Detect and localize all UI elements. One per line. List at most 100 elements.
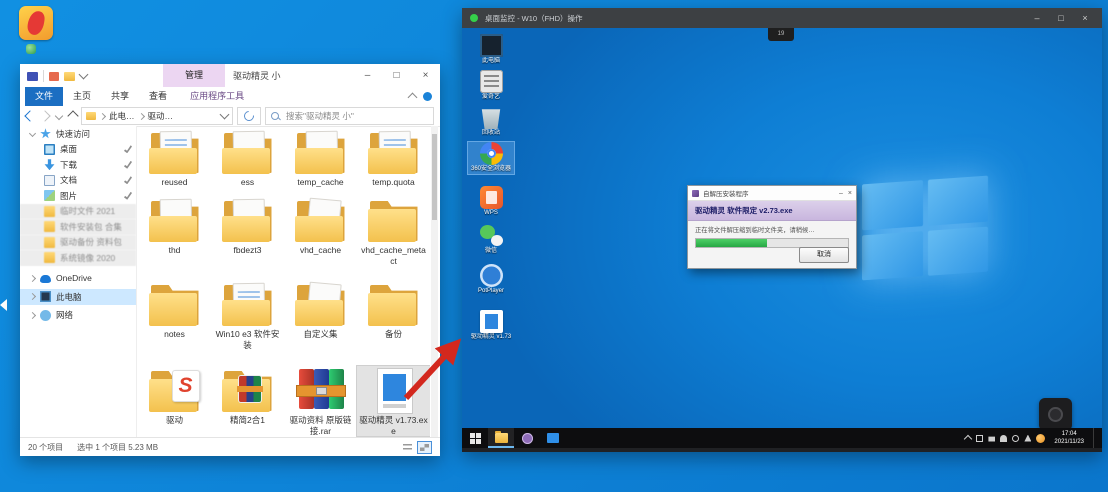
file-item[interactable]: temp.quota bbox=[357, 128, 430, 188]
file-item[interactable]: 驱动资料 原版链接.rar bbox=[284, 366, 357, 436]
chevron-right-icon bbox=[98, 112, 107, 120]
tray-icon[interactable] bbox=[1000, 434, 1008, 442]
address-dropdown-icon[interactable] bbox=[219, 109, 230, 120]
tab-app-tools[interactable]: 应用程序工具 bbox=[180, 87, 254, 106]
start-button[interactable] bbox=[462, 428, 488, 448]
tray-expand-icon[interactable] bbox=[964, 434, 973, 444]
close-button[interactable]: × bbox=[411, 64, 440, 88]
search-input[interactable] bbox=[284, 110, 428, 122]
sidebar-item-folder[interactable]: 软件安装包 合集 bbox=[20, 219, 136, 235]
desktop-icon-this-pc[interactable]: 此电脑 bbox=[468, 34, 514, 66]
qat-properties-icon[interactable] bbox=[49, 71, 59, 81]
help-icon[interactable] bbox=[423, 92, 432, 101]
screen: 管理 驱动精灵 小 – □ × 文件 主页 共享 查看 应用程序工具 此电… 驱… bbox=[0, 0, 1108, 492]
dialog-close-button[interactable]: × bbox=[848, 190, 852, 197]
sidebar-item-downloads[interactable]: 下载 bbox=[20, 157, 136, 173]
expander-icon[interactable] bbox=[28, 311, 37, 319]
file-item[interactable]: S 驱动 bbox=[138, 366, 211, 436]
collapse-ribbon-icon[interactable] bbox=[407, 92, 418, 103]
mini-shortcut-icon[interactable] bbox=[26, 44, 36, 54]
app-box-icon bbox=[479, 70, 503, 93]
file-item[interactable]: temp_cache bbox=[284, 128, 357, 188]
file-item-selected[interactable]: 驱动精灵 v1.73.exe bbox=[356, 364, 430, 438]
flame-app-icon bbox=[19, 6, 53, 40]
breadcrumb-segment[interactable]: 此电… bbox=[109, 110, 135, 122]
sidebar-item-folder[interactable]: 驱动备份 资料包 bbox=[20, 234, 136, 250]
app-s-icon: S bbox=[148, 368, 202, 412]
desktop-icon-recycle-bin[interactable]: 回收站 bbox=[468, 106, 514, 138]
tray-icon[interactable] bbox=[988, 436, 996, 442]
minimize-button[interactable]: – bbox=[1028, 8, 1046, 28]
sidebar-item-documents[interactable]: 文档 bbox=[20, 173, 136, 189]
tray-icon[interactable] bbox=[1024, 434, 1032, 442]
progress-fill bbox=[696, 239, 768, 247]
sidebar-item-folder[interactable]: 临时文件 2021 bbox=[20, 203, 136, 219]
maximize-button[interactable]: □ bbox=[382, 64, 411, 88]
quick-access-toolbar[interactable] bbox=[20, 69, 89, 82]
file-item[interactable]: reused bbox=[138, 128, 211, 188]
remote-desktop[interactable]: 19 此电脑 爱奇艺 回收站 360安全浏览器 WPS 微信 PotPlayer… bbox=[462, 28, 1102, 428]
tab-view[interactable]: 查看 bbox=[139, 87, 177, 106]
minimize-button[interactable]: – bbox=[353, 64, 382, 88]
taskbar-clock[interactable]: 17:04 2021/11/23 bbox=[1050, 430, 1088, 446]
refresh-button[interactable] bbox=[237, 107, 261, 125]
file-item[interactable]: 自定义集 bbox=[284, 280, 357, 350]
forward-icon[interactable] bbox=[39, 110, 51, 122]
show-desktop-button[interactable] bbox=[1093, 428, 1098, 448]
dialog-minimize-button[interactable]: – bbox=[839, 190, 843, 197]
maximize-button[interactable]: □ bbox=[1052, 8, 1070, 28]
desktop-icon-wps[interactable]: WPS bbox=[468, 186, 514, 218]
close-button[interactable]: × bbox=[1076, 8, 1094, 28]
up-icon[interactable] bbox=[67, 110, 79, 122]
file-item[interactable]: Win10 e3 软件安装 bbox=[211, 280, 284, 350]
tab-home[interactable]: 主页 bbox=[63, 87, 101, 106]
qat-dropdown-icon[interactable] bbox=[78, 69, 89, 80]
thumbnail-view-button[interactable] bbox=[417, 440, 432, 454]
sidebar-item-quick-access[interactable]: 快速访问 bbox=[20, 126, 136, 142]
expander-icon[interactable] bbox=[28, 293, 37, 301]
scrollbar[interactable] bbox=[431, 126, 438, 438]
desktop-icon-wechat[interactable]: 微信 bbox=[468, 224, 514, 256]
sidebar-item-pictures[interactable]: 图片 bbox=[20, 188, 136, 204]
file-item[interactable]: 备份 bbox=[357, 280, 430, 350]
taskbar-blue-app-button[interactable] bbox=[540, 428, 566, 448]
tab-share[interactable]: 共享 bbox=[101, 87, 139, 106]
tray-icon[interactable] bbox=[1012, 435, 1019, 442]
desktop-icon-potplayer[interactable]: PotPlayer bbox=[468, 264, 514, 296]
file-item[interactable]: vhd_cache_meta ct bbox=[357, 196, 430, 266]
host-desktop-shortcut[interactable] bbox=[14, 6, 58, 40]
taskbar-user-app-button[interactable] bbox=[514, 428, 540, 448]
file-item[interactable]: vhd_cache bbox=[284, 196, 357, 266]
breadcrumb[interactable]: 此电… 驱动… bbox=[81, 107, 233, 125]
file-item[interactable]: fbdezt3 bbox=[211, 196, 284, 266]
desktop-icon-app[interactable]: 爱奇艺 bbox=[468, 70, 514, 102]
sidebar-item-folder[interactable]: 系统镜像 2020 bbox=[20, 250, 136, 266]
file-item[interactable]: ess bbox=[211, 128, 284, 188]
expander-icon[interactable] bbox=[28, 274, 37, 282]
cancel-button[interactable]: 取消 bbox=[799, 247, 849, 263]
remote-toolbar-handle[interactable]: 19 bbox=[768, 28, 794, 41]
tray-icon[interactable] bbox=[976, 435, 983, 442]
system-tray: 17:04 2021/11/23 bbox=[964, 428, 1102, 448]
sidebar-item-desktop[interactable]: 桌面 bbox=[20, 142, 136, 158]
tab-file[interactable]: 文件 bbox=[25, 87, 64, 106]
desktop-icon-browser[interactable]: 360安全浏览器 bbox=[467, 141, 515, 175]
file-item[interactable]: 精简2合1 bbox=[211, 366, 284, 436]
list-view-button[interactable] bbox=[400, 441, 415, 454]
sidebar-item-this-pc[interactable]: 此电脑 bbox=[20, 289, 136, 305]
expander-icon[interactable] bbox=[28, 130, 37, 138]
sidebar-item-onedrive[interactable]: OneDrive bbox=[20, 271, 136, 287]
desktop-icon-setup[interactable]: 驱动精灵 v1.73 bbox=[468, 310, 514, 342]
tray-security-icon[interactable] bbox=[1036, 433, 1046, 443]
search-box[interactable] bbox=[265, 107, 434, 125]
file-item[interactable]: notes bbox=[138, 280, 211, 350]
back-icon[interactable] bbox=[24, 110, 36, 122]
file-item[interactable]: thd bbox=[138, 196, 211, 266]
scrollbar-thumb[interactable] bbox=[432, 134, 437, 220]
taskbar-explorer-button[interactable] bbox=[488, 428, 514, 448]
qat-newfolder-icon[interactable] bbox=[64, 71, 75, 81]
history-dropdown-icon[interactable] bbox=[54, 111, 64, 121]
remote-control-widget[interactable] bbox=[1039, 398, 1072, 428]
sidebar-item-network[interactable]: 网络 bbox=[20, 308, 136, 324]
breadcrumb-segment[interactable]: 驱动… bbox=[148, 110, 174, 122]
